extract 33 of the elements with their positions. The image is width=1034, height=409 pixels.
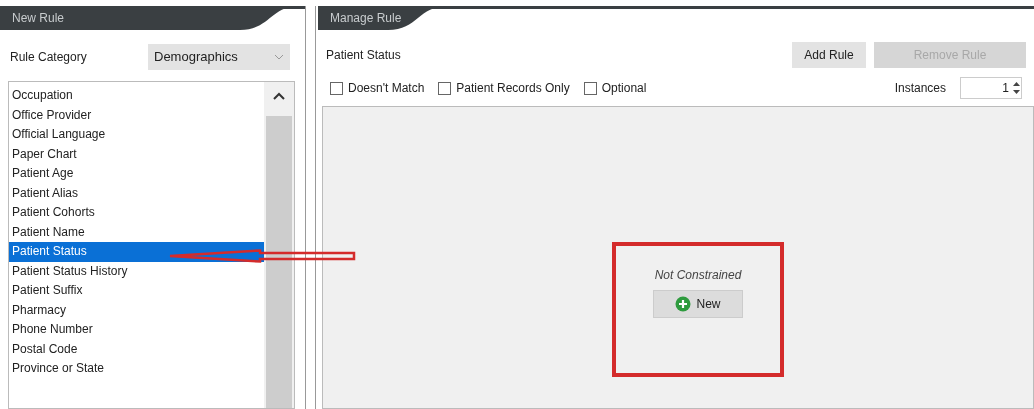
category-label: Rule Category xyxy=(10,49,87,66)
list-item[interactable]: Office Provider xyxy=(9,105,264,125)
list-item[interactable]: Patient Suffix xyxy=(9,281,264,301)
option-checkbox[interactable]: Optional xyxy=(583,79,647,97)
panel-title: New Rule xyxy=(11,11,65,25)
option-checkbox[interactable]: Doesn't Match xyxy=(330,79,425,97)
list-item[interactable]: Official Language xyxy=(9,125,264,145)
list-item[interactable]: Paper Chart xyxy=(9,144,264,164)
list-item[interactable]: Patient Alias xyxy=(9,183,264,203)
panel-title: Manage Rule xyxy=(329,11,402,25)
option-checkbox[interactable]: Patient Records Only xyxy=(438,79,570,97)
list-item[interactable]: Province or State xyxy=(9,359,264,379)
rule-button[interactable]: Add Rule xyxy=(792,42,866,68)
scrollbar[interactable] xyxy=(264,82,294,408)
list-item[interactable]: Pharmacy xyxy=(9,300,264,320)
list-item[interactable]: Patient Age xyxy=(9,164,264,184)
new-button[interactable]: New xyxy=(653,290,743,318)
instances-spinner[interactable]: 1 xyxy=(960,77,1022,99)
instances-label: Instances xyxy=(894,80,946,97)
list-item[interactable]: Phone Number xyxy=(9,320,264,340)
spinner-arrows-icon xyxy=(1012,80,1021,96)
chevron-up-icon xyxy=(273,92,285,100)
list-item[interactable]: Patient Status xyxy=(9,242,264,262)
list-item[interactable]: Patient Cohorts xyxy=(9,203,264,223)
plus-icon xyxy=(675,296,692,312)
rule-name: Patient Status xyxy=(326,47,402,64)
list-item[interactable]: Postal Code xyxy=(9,339,264,359)
list-item[interactable]: Occupation xyxy=(9,86,264,106)
list-item[interactable]: Patient Name xyxy=(9,222,264,242)
list-item[interactable]: Patient Status History xyxy=(9,261,264,281)
chevron-down-icon xyxy=(274,54,284,60)
constraint-text: Not Constrained xyxy=(654,267,742,284)
category-dropdown[interactable]: Demographics xyxy=(148,44,290,70)
